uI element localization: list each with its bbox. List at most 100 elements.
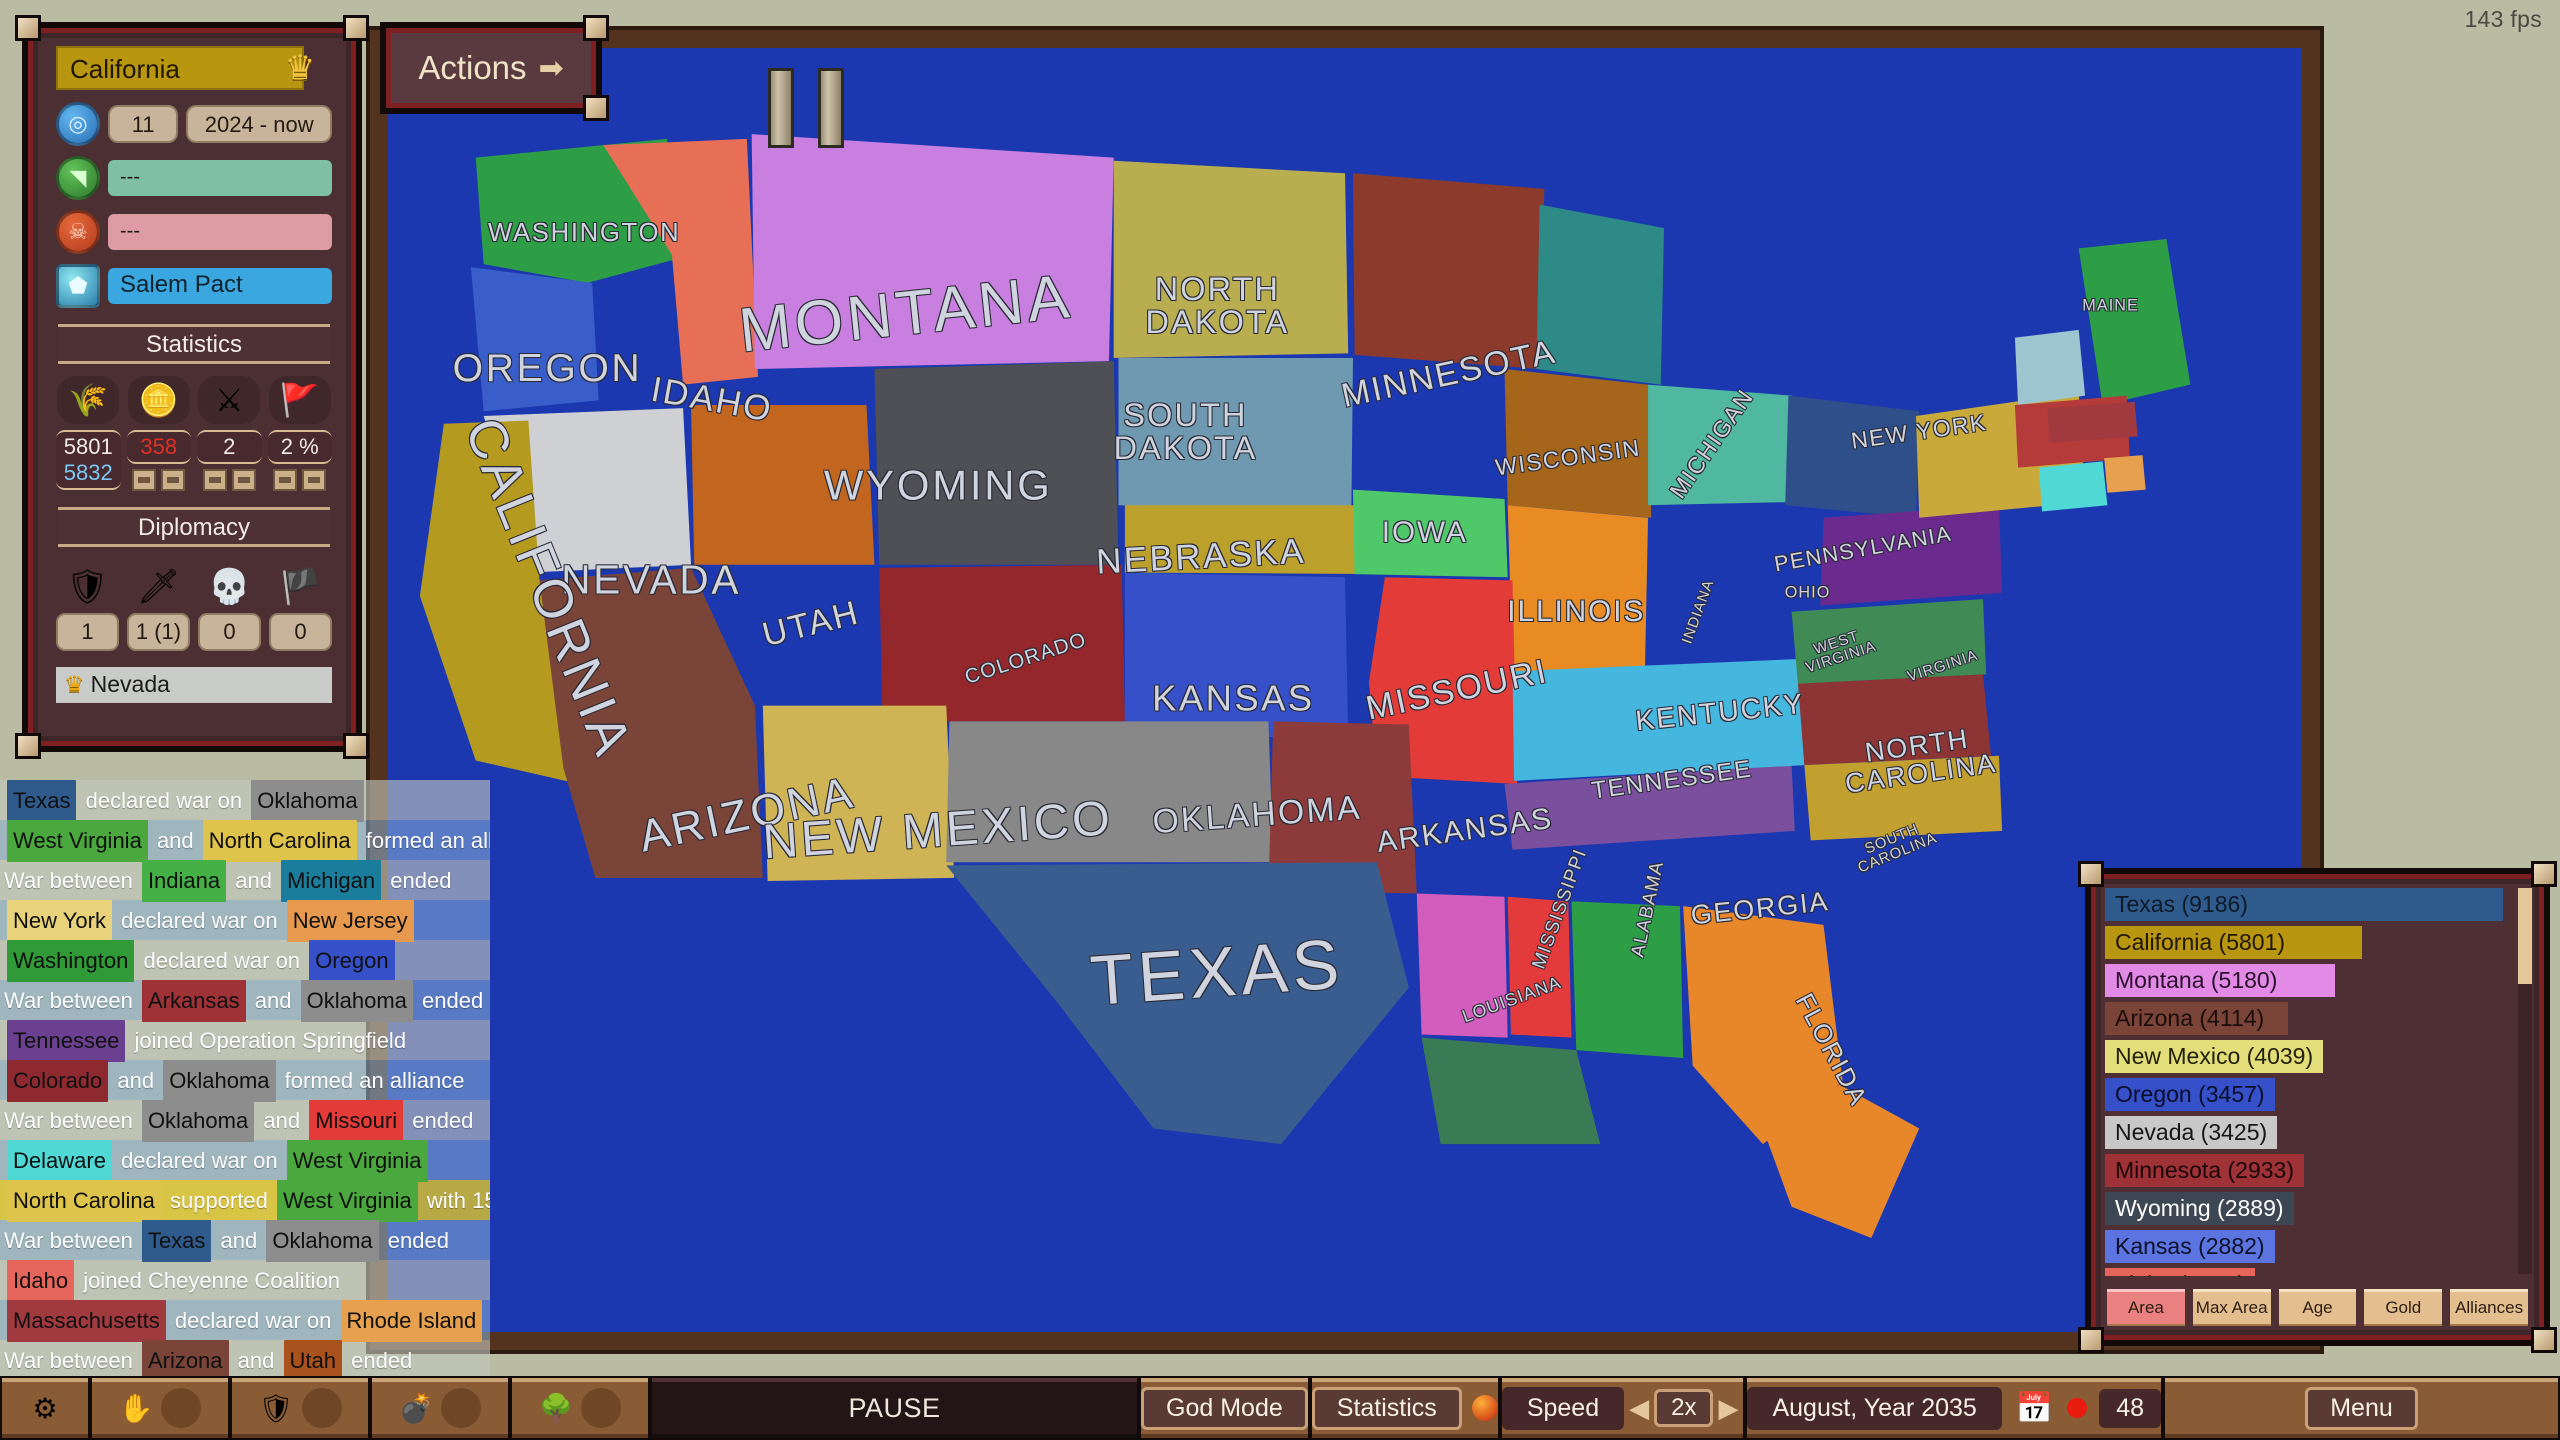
decrease-icon[interactable]	[273, 469, 298, 491]
ranking-tab-area[interactable]: Area	[2107, 1289, 2185, 1326]
calendar-icon[interactable]: 📅	[2002, 1391, 2067, 1426]
panel-corner	[583, 95, 609, 121]
tool-button-hand[interactable]: ✋	[92, 1378, 228, 1438]
map-pole-left	[768, 68, 794, 148]
ranking-row[interactable]: California (5801)	[2105, 924, 2510, 962]
actions-button[interactable]: Actions ➡	[380, 15, 609, 121]
event-text: and	[237, 1348, 275, 1373]
increase-icon[interactable]	[231, 469, 256, 491]
clock-icon: ◎	[56, 102, 100, 146]
menu-button[interactable]: Menu	[2165, 1378, 2558, 1438]
speed-value: 2x	[1654, 1389, 1714, 1427]
statistic-cell: 🪙 358	[126, 376, 192, 491]
date-display[interactable]: August, Year 2035 📅 48	[1747, 1378, 2161, 1438]
ranking-row[interactable]: Oregon (3457)	[2105, 1076, 2510, 1114]
ranking-row[interactable]: Kansas (2882)	[2105, 1228, 2510, 1266]
statistics-label: Statistics	[1311, 1386, 1462, 1430]
ranking-row[interactable]: Minnesota (2933)	[2105, 1152, 2510, 1190]
ranking-row-label: New Mexico (4039)	[2105, 1040, 2324, 1073]
kingdom-alliance-value[interactable]: Salem Pact	[108, 268, 332, 304]
statistic-cell: 🌾 5801 5832	[56, 376, 121, 491]
map-frame[interactable]: WASHINGTON OREGON MONTANA IDAHO NORTH DAKOTA…	[370, 30, 2320, 1350]
chevron-left-icon[interactable]: ◀	[1624, 1391, 1654, 1425]
map-graphic	[419, 134, 2191, 1239]
bottom-bar: ⚙ ✋ 🛡 💣 🌳 PAUSE God Mode Statistics Spee…	[0, 1376, 2560, 1440]
bomb-icon: 💣	[398, 1392, 434, 1424]
statistic-steppers[interactable]	[127, 469, 192, 491]
ranking-row-label: Kansas (2882)	[2105, 1230, 2275, 1263]
pause-button[interactable]: PAUSE	[652, 1378, 1138, 1438]
ranking-row[interactable]: Texas (9186)	[2105, 886, 2510, 924]
tool-button-shield[interactable]: 🛡	[232, 1378, 368, 1438]
tool-button-bomb[interactable]: 💣	[372, 1378, 508, 1438]
kingdom-name-field[interactable]: California	[56, 46, 304, 90]
skull-icon: ☠	[56, 210, 100, 254]
ranking-scroll-thumb[interactable]	[2518, 888, 2532, 984]
shield-icon: 🛡	[258, 1392, 294, 1424]
event-text: War between	[4, 1108, 133, 1133]
event-kingdom-tag: Delaware	[7, 1140, 112, 1182]
statistic-steppers[interactable]	[268, 469, 333, 491]
ranking-row[interactable]: New Mexico (4039)	[2105, 1038, 2510, 1076]
ranking-tab-max-area[interactable]: Max Area	[2192, 1289, 2271, 1326]
event-kingdom-tag: North Carolina	[202, 820, 357, 862]
vassal-row[interactable]: ♛ Nevada	[56, 667, 332, 703]
tool-button-nature[interactable]: 🌳	[512, 1378, 648, 1438]
diplomacy-grid: 🛡 1 🗡 1 (1) 💀 0 🏴 0	[56, 561, 332, 651]
statistic-steppers[interactable]	[197, 469, 262, 491]
ranking-row-label: Arizona (4114)	[2105, 1002, 2288, 1035]
settings-button[interactable]: ⚙	[2, 1378, 88, 1438]
event-text: declared war on	[121, 908, 278, 933]
diplomacy-cell: 🏴 0	[269, 561, 332, 651]
date-label: August, Year 2035	[1747, 1386, 2002, 1430]
increase-icon[interactable]	[161, 469, 186, 491]
decrease-icon[interactable]	[132, 469, 157, 491]
ranking-tab-age[interactable]: Age	[2278, 1289, 2357, 1326]
speed-control[interactable]: Speed ◀ 2x ▶	[1501, 1378, 1744, 1438]
decrease-icon[interactable]	[202, 469, 227, 491]
flag-icon: 🏴	[279, 568, 322, 606]
tool-socket	[301, 1388, 342, 1428]
hand-icon: ✋	[118, 1392, 154, 1424]
army-icon: ⚔	[198, 376, 261, 424]
panel-corner	[343, 733, 369, 759]
kingdom-era-value: 2024 - now	[186, 105, 332, 143]
ranking-tabs[interactable]: Area Max Area Age Gold Alliances	[2107, 1289, 2528, 1326]
ranking-row[interactable]: Idaho (2758)	[2105, 1266, 2510, 1276]
gold-icon: 🪙	[127, 376, 190, 424]
tool-socket	[161, 1388, 202, 1428]
increase-icon[interactable]	[302, 469, 327, 491]
skull-icon: 💀	[208, 568, 251, 606]
ranking-row[interactable]: Wyoming (2889)	[2105, 1190, 2510, 1228]
ranking-scrollbar[interactable]	[2518, 888, 2532, 1274]
event-kingdom-tag: Texas	[141, 1220, 212, 1262]
ranking-tab-alliances[interactable]: Alliances	[2450, 1289, 2528, 1326]
panel-corner	[15, 15, 41, 41]
event-text: supported	[169, 1188, 268, 1213]
ranking-row[interactable]: Montana (5180)	[2105, 962, 2510, 1000]
ranking-row[interactable]: Nevada (3425)	[2105, 1114, 2510, 1152]
kingdom-deaths-value: ---	[108, 214, 332, 250]
ranking-row[interactable]: Arizona (4114)	[2105, 1000, 2510, 1038]
kingdom-panel: California ♛ ◎ 11 2024 - now ◥ --- ☠ ---…	[15, 15, 369, 759]
pause-button-label: PAUSE	[848, 1392, 941, 1423]
ranking-list[interactable]: Texas (9186) California (5801) Montana (51…	[2105, 886, 2510, 1276]
shield-icon: ⬟	[56, 264, 100, 308]
event-text: and	[156, 828, 194, 853]
kingdom-age-value: 11	[108, 105, 179, 143]
vassal-name: Nevada	[90, 671, 170, 697]
speed-label: Speed	[1501, 1386, 1625, 1430]
event-kingdom-tag: Massachusetts	[7, 1300, 166, 1342]
ranking-tab-gold[interactable]: Gold	[2364, 1289, 2443, 1326]
map-canvas[interactable]: WASHINGTON OREGON MONTANA IDAHO NORTH DAKOTA…	[388, 48, 2302, 1332]
event-kingdom-tag: Oklahoma	[266, 1220, 379, 1262]
ranking-row-label: Minnesota (2933)	[2105, 1154, 2304, 1187]
statistic-value: 5801 5832	[56, 430, 121, 490]
event-kingdom-tag: Indiana	[141, 860, 227, 902]
god-mode-button[interactable]: God Mode	[1141, 1378, 1308, 1438]
statistics-button[interactable]: Statistics	[1311, 1378, 1498, 1438]
crown-icon: ♛	[284, 49, 316, 87]
kingdom-alliance-row[interactable]: ⬟ Salem Pact	[56, 264, 332, 308]
chevron-right-icon[interactable]: ▶	[1713, 1391, 1743, 1425]
diplomacy-cell: 🗡 1 (1)	[127, 561, 190, 651]
